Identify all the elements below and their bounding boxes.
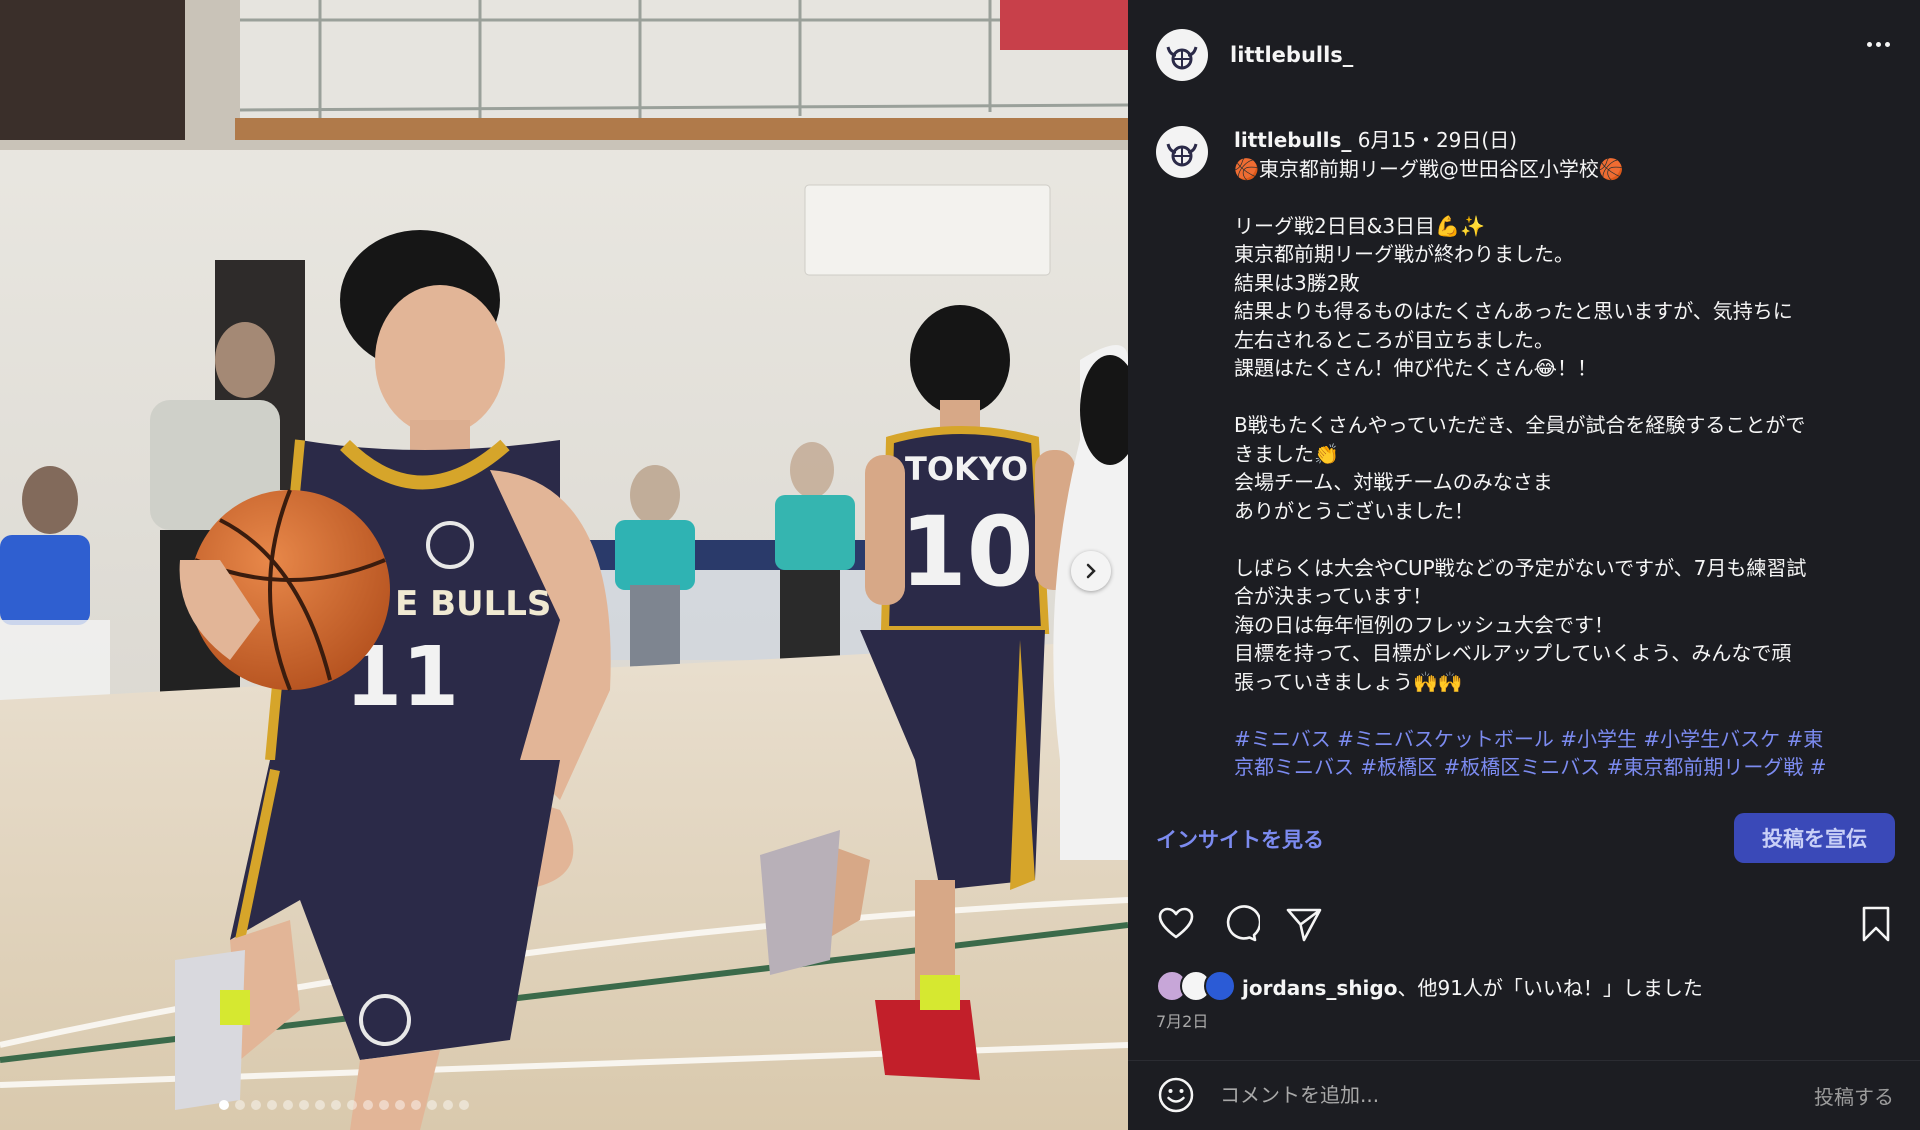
carousel-dot bbox=[235, 1100, 245, 1110]
caption-avatar[interactable] bbox=[1156, 126, 1208, 178]
caption-username[interactable]: littlebulls_ bbox=[1234, 128, 1351, 152]
liker-avatars bbox=[1156, 970, 1240, 1002]
caption-area[interactable]: littlebulls_ 6月15・29日(日) 🏀東京都前期リーグ戦@世田谷区… bbox=[1156, 126, 1896, 792]
caption-line: しばらくは大会やCUP戦などの予定がないですが、7月も練習試 bbox=[1234, 555, 1807, 580]
post-photo[interactable]: TOKYO 10 E BULLS 11 bbox=[0, 0, 1128, 1130]
chevron-right-icon bbox=[1086, 563, 1096, 579]
likes-count-text: 、他91人が「いいね！」しました bbox=[1397, 975, 1703, 1000]
hashtags[interactable]: #ミニバス #ミニバスケットボール #小学生 #小学生バスケ #東 bbox=[1234, 725, 1874, 754]
svg-text:TOKYO: TOKYO bbox=[905, 450, 1028, 488]
heart-icon[interactable] bbox=[1156, 904, 1196, 944]
carousel-dot bbox=[379, 1100, 389, 1110]
post-caption: littlebulls_ 6月15・29日(日) 🏀東京都前期リーグ戦@世田谷区… bbox=[1234, 126, 1874, 792]
carousel-dot bbox=[219, 1100, 229, 1110]
carousel-dot bbox=[299, 1100, 309, 1110]
caption-line: 合が決まっています！ bbox=[1234, 584, 1433, 608]
bull-logo-icon bbox=[1157, 127, 1207, 177]
caption-line: 張っていきましょう🙌🙌 bbox=[1234, 669, 1463, 694]
caption-line bbox=[1234, 183, 1874, 212]
svg-text:E BULLS: E BULLS bbox=[395, 584, 551, 624]
carousel-dot bbox=[251, 1100, 261, 1110]
caption-line: きました👏 bbox=[1234, 441, 1339, 466]
caption-line: 課題はたくさん！伸び代たくさん😂！！ bbox=[1234, 356, 1597, 380]
caption-line: 結果は3勝2敗 bbox=[1234, 270, 1360, 295]
caption-line: ありがとうございました！ bbox=[1234, 498, 1474, 523]
carousel-dot bbox=[347, 1100, 357, 1110]
caption-line: 海の日は毎年恒例のフレッシュ大会です！ bbox=[1234, 612, 1614, 637]
likes-text: jordans_shigo、他91人が「いいね！」しました bbox=[1242, 972, 1703, 1001]
post-actions bbox=[1156, 904, 1896, 948]
carousel-dot bbox=[363, 1100, 373, 1110]
send-icon[interactable] bbox=[1284, 904, 1324, 944]
basketball-photo: TOKYO 10 E BULLS 11 bbox=[0, 0, 1128, 1130]
caption-line: 🏀東京都前期リーグ戦@世田谷区小学校🏀 bbox=[1234, 156, 1624, 181]
carousel-dot bbox=[267, 1100, 277, 1110]
caption-line: 結果よりも得るものはたくさんあったと思いますが、気持ちに bbox=[1234, 299, 1793, 323]
bookmark-icon[interactable] bbox=[1856, 904, 1896, 944]
carousel-dot bbox=[459, 1100, 469, 1110]
comment-bubble-icon[interactable] bbox=[1220, 904, 1260, 944]
post-side-panel: littlebulls_ littlebulls_ 6月15・29日(日) 🏀東… bbox=[1128, 0, 1920, 1130]
carousel-indicator bbox=[0, 1100, 908, 1110]
caption-line: 左右されるところが目立ちました。 bbox=[1234, 327, 1554, 352]
carousel-dot bbox=[283, 1100, 293, 1110]
carousel-dot bbox=[427, 1100, 437, 1110]
carousel-dot bbox=[411, 1100, 421, 1110]
post-username[interactable]: littlebulls_ bbox=[1230, 43, 1353, 67]
avatar[interactable] bbox=[1156, 29, 1208, 81]
caption-line: 会場チーム、対戦チームのみなさま bbox=[1234, 470, 1553, 494]
smiley-icon[interactable] bbox=[1156, 1075, 1196, 1115]
avatar bbox=[1204, 970, 1236, 1002]
caption-line bbox=[1234, 383, 1874, 412]
caption-line bbox=[1234, 525, 1874, 554]
caption-first-line: littlebulls_ 6月15・29日(日) bbox=[1234, 126, 1874, 155]
post-date[interactable]: 7月2日 bbox=[1156, 1008, 1208, 1032]
carousel-dot bbox=[315, 1100, 325, 1110]
post-header: littlebulls_ bbox=[1128, 0, 1920, 110]
svg-text:10: 10 bbox=[900, 496, 1034, 608]
caption-line: 6月15・29日(日) bbox=[1357, 128, 1518, 152]
likes-summary[interactable]: jordans_shigo、他91人が「いいね！」しました bbox=[1156, 970, 1703, 1002]
carousel-dot bbox=[331, 1100, 341, 1110]
liker-username[interactable]: jordans_shigo bbox=[1242, 976, 1397, 1000]
next-slide-button[interactable] bbox=[1071, 551, 1111, 591]
comment-input[interactable] bbox=[1220, 1075, 1760, 1115]
promote-post-button[interactable]: 投稿を宣伝 bbox=[1734, 813, 1895, 863]
more-dots-icon bbox=[1867, 42, 1872, 47]
more-options-button[interactable] bbox=[1867, 42, 1890, 47]
view-insights-link[interactable]: インサイトを見る bbox=[1156, 824, 1324, 854]
hashtags[interactable]: 京都ミニバス #板橋区 #板橋区ミニバス #東京都前期リーグ戦 # bbox=[1234, 753, 1874, 782]
comment-bar: 投稿する bbox=[1128, 1060, 1920, 1130]
carousel-dot bbox=[395, 1100, 405, 1110]
caption-line: 東京都前期リーグ戦が終わりました。 bbox=[1234, 242, 1574, 266]
carousel-dot bbox=[443, 1100, 453, 1110]
caption-line: B戦もたくさんやっていただき、全員が試合を経験することがで bbox=[1234, 413, 1806, 437]
caption-line: 目標を持って、目標がレベルアップしていくよう、みんなで頑 bbox=[1234, 641, 1792, 665]
caption-line: リーグ戦2日目&3日目💪✨ bbox=[1234, 213, 1485, 238]
bull-logo-icon bbox=[1157, 30, 1207, 80]
post-comment-button[interactable]: 投稿する bbox=[1814, 1081, 1894, 1110]
